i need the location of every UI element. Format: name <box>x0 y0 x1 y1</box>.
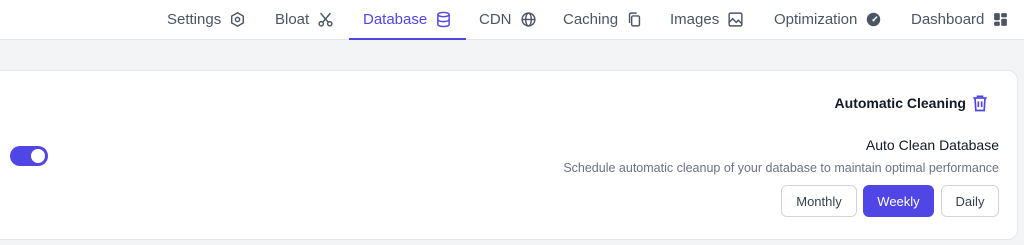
tab-optimization[interactable]: Optimization <box>774 0 882 39</box>
dashboard-grid-icon <box>992 11 1009 28</box>
section-title: Automatic Cleaning <box>834 95 966 111</box>
copy-icon <box>626 11 643 28</box>
frequency-weekly-button[interactable]: Weekly <box>863 185 934 217</box>
tab-images[interactable]: Images <box>670 0 744 39</box>
frequency-monthly-button[interactable]: Monthly <box>781 185 857 217</box>
tab-settings[interactable]: Settings <box>167 0 246 39</box>
toggle-knob <box>31 149 45 163</box>
tab-label: Optimization <box>774 11 858 28</box>
tab-label: Settings <box>167 11 222 28</box>
section-header: Automatic Cleaning <box>835 93 990 113</box>
setting-title: Auto Clean Database <box>865 137 999 153</box>
tab-label: CDN <box>479 11 512 28</box>
tab-database[interactable]: Database <box>348 0 467 40</box>
settings-icon <box>229 11 246 28</box>
frequency-daily-button[interactable]: Daily <box>941 185 999 217</box>
gauge-icon <box>865 11 882 28</box>
image-icon <box>727 11 744 28</box>
tab-label: Bloat <box>275 11 310 28</box>
tab-caching[interactable]: Caching <box>563 0 643 39</box>
tab-label: Caching <box>563 11 619 28</box>
trash-icon <box>970 93 990 113</box>
top-navigation: Settings Bloat Database CDN Caching Imag… <box>0 0 1024 40</box>
tab-label: Database <box>363 11 428 28</box>
database-icon <box>435 11 452 28</box>
tab-label: Images <box>670 11 720 28</box>
auto-clean-toggle[interactable] <box>10 146 48 166</box>
tab-label: Dashboard <box>911 11 985 28</box>
tab-dashboard[interactable]: Dashboard <box>911 0 1009 39</box>
globe-icon <box>520 11 537 28</box>
setting-description: Schedule automatic cleanup of your datab… <box>563 161 999 175</box>
tab-cdn[interactable]: CDN <box>479 0 537 39</box>
scissors-icon <box>317 11 334 28</box>
tab-bloat[interactable]: Bloat <box>275 0 334 39</box>
